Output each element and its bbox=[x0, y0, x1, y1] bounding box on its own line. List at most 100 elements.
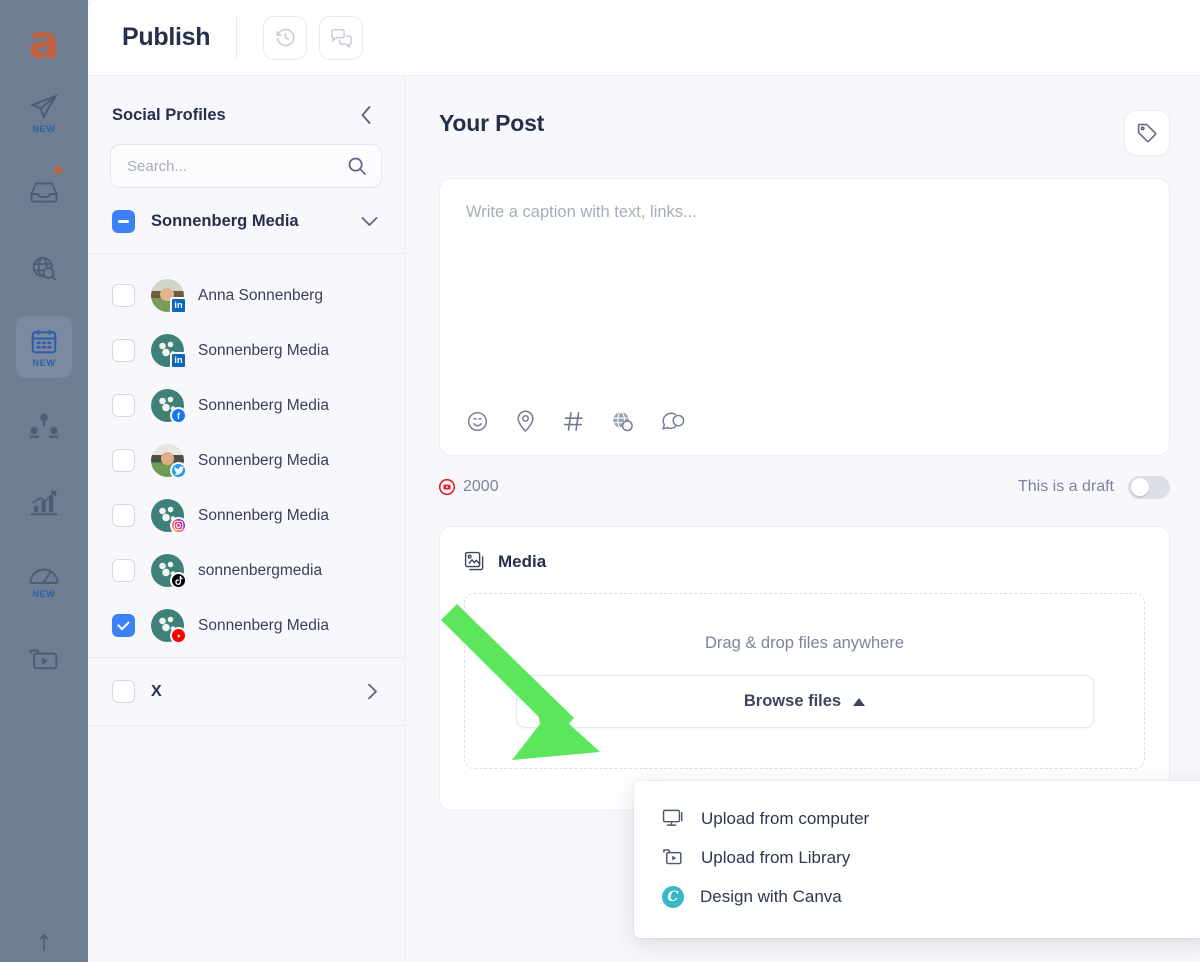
gauge-icon bbox=[29, 568, 59, 585]
app-nav-rail: a NEW NEW NEW bbox=[0, 0, 88, 962]
folder-play-icon bbox=[663, 849, 682, 865]
profile-group-x[interactable]: X bbox=[88, 658, 404, 726]
profile-checkbox[interactable] bbox=[112, 614, 135, 637]
draft-toggle[interactable] bbox=[1128, 475, 1170, 499]
comments-button[interactable] bbox=[319, 15, 364, 60]
profile-row-sm-tiktok[interactable]: sonnenbergmedia bbox=[88, 543, 404, 598]
globe-search-icon bbox=[32, 257, 57, 281]
profile-checkbox[interactable] bbox=[112, 394, 135, 417]
paper-plane-icon bbox=[29, 94, 59, 120]
profile-name: Sonnenberg Media bbox=[198, 341, 329, 359]
rail-item-benchmark[interactable]: NEW bbox=[16, 550, 72, 612]
history-button[interactable] bbox=[263, 15, 308, 60]
profile-checkbox[interactable] bbox=[112, 339, 135, 362]
profile-name: Sonnenberg Media bbox=[198, 616, 329, 634]
history-icon bbox=[276, 28, 295, 47]
profile-list: in Anna Sonnenberg in Sonnenberg Media f… bbox=[88, 254, 404, 658]
media-header: Media bbox=[464, 551, 1145, 573]
tiktok-badge-icon bbox=[170, 572, 187, 589]
ai-assist-icon[interactable] bbox=[661, 410, 686, 432]
monitor-icon bbox=[662, 809, 683, 826]
inbox-notification-dot bbox=[54, 166, 62, 174]
post-header: Your Post bbox=[439, 110, 1180, 156]
profile-group-sonnenberg-media[interactable]: Sonnenberg Media bbox=[88, 188, 404, 254]
main-surface: Publish Social Profiles Search... Sonnen… bbox=[88, 0, 1200, 962]
rail-badge-new: NEW bbox=[32, 124, 56, 134]
media-dropzone[interactable]: Drag & drop files anywhere Browse files bbox=[464, 593, 1145, 769]
search-input[interactable] bbox=[127, 157, 347, 175]
chevron-down-icon[interactable] bbox=[361, 216, 378, 227]
search-wrapper bbox=[88, 144, 404, 188]
post-title: Your Post bbox=[439, 110, 545, 136]
profile-row-sm-twitter[interactable]: Sonnenberg Media bbox=[88, 433, 404, 488]
caption-placeholder[interactable]: Write a caption with text, links... bbox=[440, 179, 1169, 409]
linkedin-badge-icon: in bbox=[170, 352, 187, 369]
youtube-badge-icon bbox=[170, 627, 187, 644]
profile-row-sm-instagram[interactable]: Sonnenberg Media bbox=[88, 488, 404, 543]
rail-item-influencers[interactable] bbox=[16, 394, 72, 456]
rail-item-publish[interactable]: NEW bbox=[16, 82, 72, 144]
profile-name: Anna Sonnenberg bbox=[198, 286, 323, 304]
collapse-panel-button[interactable] bbox=[355, 100, 378, 130]
composer-meta-row: 2000 This is a draft bbox=[439, 472, 1170, 502]
profile-name: sonnenbergmedia bbox=[198, 561, 323, 579]
tag-icon bbox=[1137, 123, 1157, 143]
profile-row-sm-linkedin[interactable]: in Sonnenberg Media bbox=[88, 323, 404, 378]
instagram-badge-icon bbox=[170, 517, 187, 534]
profile-checkbox[interactable] bbox=[112, 449, 135, 472]
rail-item-inbox[interactable] bbox=[16, 160, 72, 222]
profile-checkbox[interactable] bbox=[112, 504, 135, 527]
menu-item-upload-from-computer[interactable]: Upload from computer bbox=[634, 799, 1200, 838]
group-checkbox[interactable] bbox=[112, 210, 135, 233]
twitter-bird-icon bbox=[173, 466, 184, 475]
bar-chart-icon bbox=[30, 490, 58, 516]
rail-collapse-handle[interactable] bbox=[36, 931, 52, 958]
rail-badge-new-calendar: NEW bbox=[32, 358, 56, 368]
avatar bbox=[151, 609, 187, 644]
location-pin-icon[interactable] bbox=[515, 409, 536, 433]
profile-row-anna-linkedin[interactable]: in Anna Sonnenberg bbox=[88, 268, 404, 323]
menu-item-design-with-canva[interactable]: C Design with Canva bbox=[634, 877, 1200, 917]
browse-files-label: Browse files bbox=[743, 692, 842, 710]
app-logo[interactable]: a bbox=[20, 14, 68, 70]
avatar bbox=[151, 499, 187, 534]
chevron-left-icon bbox=[361, 106, 371, 124]
app-logo-letter: a bbox=[28, 15, 60, 69]
canva-icon: C bbox=[662, 886, 684, 908]
group-label: Sonnenberg Media bbox=[151, 212, 299, 230]
profile-name: Sonnenberg Media bbox=[198, 451, 329, 469]
caption-composer[interactable]: Write a caption with text, links... bbox=[439, 178, 1170, 456]
emoji-icon[interactable] bbox=[466, 410, 489, 433]
rail-item-analytics[interactable] bbox=[16, 472, 72, 534]
social-profiles-title: Social Profiles bbox=[112, 105, 226, 124]
media-card: Media Drag & drop files anywhere Browse … bbox=[439, 526, 1170, 811]
browse-files-dropdown[interactable]: Upload from computer Upload from Library… bbox=[634, 781, 1200, 938]
x-group-checkbox[interactable] bbox=[112, 680, 135, 703]
social-profiles-panel: Social Profiles Search... Sonnenberg Med… bbox=[88, 76, 405, 962]
facebook-badge-icon: f bbox=[170, 407, 187, 424]
avatar: in bbox=[151, 279, 187, 314]
avatar: f bbox=[151, 389, 187, 424]
video-library-icon bbox=[29, 649, 58, 670]
profile-row-sm-youtube[interactable]: Sonnenberg Media bbox=[88, 598, 404, 653]
rail-badge-new-benchmark: NEW bbox=[32, 589, 56, 599]
menu-item-label: Upload from Library bbox=[701, 847, 851, 867]
profile-checkbox[interactable] bbox=[112, 559, 135, 582]
search-box[interactable] bbox=[110, 144, 382, 188]
chevron-right-icon[interactable] bbox=[367, 683, 378, 700]
tag-button[interactable] bbox=[1124, 110, 1170, 156]
rail-item-media-library[interactable] bbox=[16, 628, 72, 690]
hashtag-icon[interactable] bbox=[562, 410, 585, 433]
browse-files-button[interactable]: Browse files bbox=[515, 675, 1094, 728]
profile-row-sm-facebook[interactable]: f Sonnenberg Media bbox=[88, 378, 404, 433]
tiktok-note-icon bbox=[175, 575, 183, 585]
topbar-divider bbox=[236, 16, 238, 59]
profile-checkbox[interactable] bbox=[112, 284, 135, 307]
counter-value: 2000 bbox=[463, 478, 499, 495]
link-globe-icon[interactable] bbox=[611, 410, 635, 433]
rail-item-calendar[interactable]: NEW bbox=[16, 316, 72, 378]
rail-item-listening[interactable] bbox=[16, 238, 72, 300]
menu-item-upload-from-library[interactable]: Upload from Library bbox=[634, 838, 1200, 877]
caret-up-icon bbox=[853, 697, 866, 706]
search-icon bbox=[348, 157, 366, 175]
